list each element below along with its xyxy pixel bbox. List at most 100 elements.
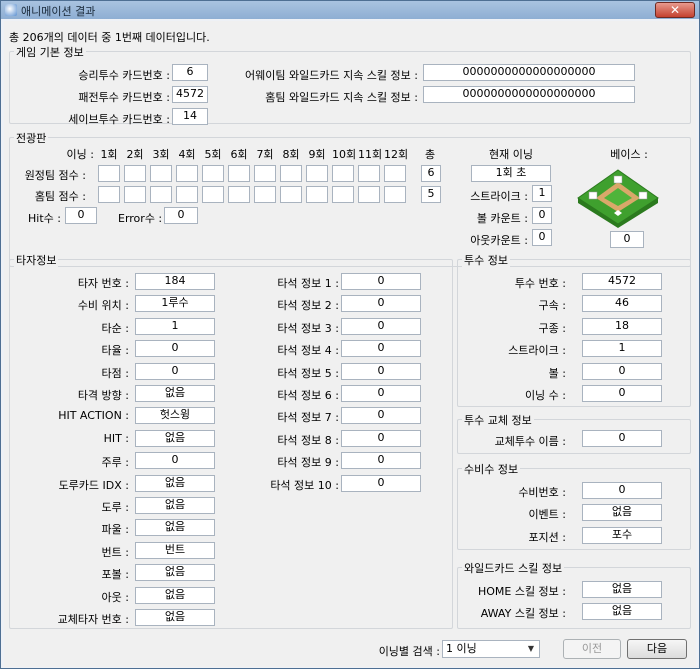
away-score-cell[interactable] — [332, 165, 354, 182]
away-score-cell[interactable] — [176, 165, 198, 182]
away-score-cell[interactable] — [124, 165, 146, 182]
ball-field[interactable]: 0 — [532, 207, 552, 224]
hit-field[interactable]: 0 — [65, 207, 97, 224]
away-score-cell[interactable] — [228, 165, 250, 182]
win-pitcher-field[interactable]: 6 — [172, 64, 208, 81]
pitcher-info-title: 투수 정보 — [462, 252, 510, 268]
away-score-cell[interactable] — [150, 165, 172, 182]
relief-field[interactable]: 0 — [582, 430, 662, 447]
home-score-cell[interactable] — [306, 186, 328, 203]
home-score-cell[interactable] — [176, 186, 198, 203]
pitcher-label: 스트라이크 : — [508, 344, 566, 358]
atbat-field[interactable]: 0 — [341, 273, 421, 290]
wildcard-field[interactable]: 없음 — [582, 603, 662, 621]
pitcher-label: 구속 : — [538, 299, 566, 313]
fielder-field[interactable]: 0 — [582, 482, 662, 499]
batter-label: 타순 : — [101, 321, 129, 335]
lose-pitcher-field[interactable]: 4572 — [172, 86, 208, 103]
out-field[interactable]: 0 — [532, 229, 552, 246]
pitcher-field[interactable]: 0 — [582, 385, 662, 402]
away-total-field[interactable]: 6 — [421, 165, 441, 182]
batter-field[interactable]: 없음 — [135, 429, 215, 447]
strike-field[interactable]: 1 — [532, 185, 552, 202]
prev-button[interactable]: 이전 — [563, 639, 621, 659]
batter-field[interactable]: 0 — [135, 340, 215, 358]
batter-field[interactable]: 헛스윙 — [135, 407, 215, 425]
batter-field[interactable]: 번트 — [135, 541, 215, 559]
pitcher-field[interactable]: 1 — [582, 340, 662, 358]
away-score-cell[interactable] — [358, 165, 380, 182]
batter-field[interactable]: 없음 — [135, 385, 215, 402]
pitcher-field[interactable]: 0 — [582, 362, 662, 380]
wildcard-field[interactable]: 없음 — [582, 581, 662, 598]
atbat-field[interactable]: 0 — [341, 340, 421, 358]
fielder-field[interactable]: 없음 — [582, 504, 662, 522]
basic-info-group: 게임 기본 정보 승리투수 카드번호 : 6 패전투수 카드번호 : 4572 … — [9, 44, 691, 126]
batter-label: 도루 : — [101, 501, 129, 514]
batter-field[interactable]: 없음 — [135, 474, 215, 492]
atbat-field[interactable]: 0 — [341, 295, 421, 313]
base-label: 베이스 : — [610, 148, 648, 161]
home-score-cell[interactable] — [254, 186, 276, 203]
atbat-field[interactable]: 0 — [341, 474, 421, 492]
atbat-field[interactable]: 0 — [341, 407, 421, 425]
atbat-field[interactable]: 0 — [341, 452, 421, 470]
batter-field[interactable]: 없음 — [135, 609, 215, 626]
batter-field[interactable]: 없음 — [135, 519, 215, 537]
home-score-cell[interactable] — [228, 186, 250, 203]
away-score-cell[interactable] — [306, 165, 328, 182]
inning-select[interactable]: 1 이닝 ▼ — [442, 640, 540, 658]
title-bar[interactable]: 애니메이션 결과 ✕ — [1, 1, 699, 19]
close-button[interactable]: ✕ — [655, 2, 695, 18]
away-score-cell[interactable] — [384, 165, 406, 182]
current-inning-field[interactable]: 1회 초 — [471, 165, 551, 182]
pitcher-field[interactable]: 4572 — [582, 273, 662, 290]
home-score-cell[interactable] — [150, 186, 172, 203]
fielder-label: 수비번호 : — [518, 486, 566, 499]
away-score-cell[interactable] — [254, 165, 276, 182]
atbat-field[interactable]: 0 — [341, 317, 421, 335]
pitcher-field[interactable]: 46 — [582, 295, 662, 313]
home-score-cell[interactable] — [124, 186, 146, 203]
home-wild-field[interactable]: 0000000000000000000 — [423, 86, 635, 103]
batter-field[interactable]: 없음 — [135, 497, 215, 514]
pitcher-label: 구종 : — [538, 321, 566, 335]
batter-field[interactable]: 1 — [135, 317, 215, 335]
home-score-cell[interactable] — [98, 186, 120, 203]
away-score-cell[interactable] — [280, 165, 302, 182]
window-title: 애니메이션 결과 — [21, 5, 96, 18]
batter-field[interactable]: 없음 — [135, 564, 215, 582]
home-score-cell[interactable] — [202, 186, 224, 203]
next-button[interactable]: 다음 — [627, 639, 687, 659]
batter-field[interactable]: 184 — [135, 273, 215, 290]
batter-field[interactable]: 없음 — [135, 586, 215, 604]
save-pitcher-field[interactable]: 14 — [172, 108, 208, 125]
error-label: Error수 : — [118, 212, 163, 225]
home-score-cell[interactable] — [332, 186, 354, 203]
out-label: 아웃카운트 : — [470, 234, 528, 247]
batter-info-title: 타자정보 — [14, 252, 59, 268]
pitcher-field[interactable]: 18 — [582, 317, 662, 335]
home-wild-label: 홈팀 와일드카드 지속 스킬 정보 : — [265, 91, 418, 104]
away-score-cell[interactable] — [202, 165, 224, 182]
atbat-field[interactable]: 0 — [341, 385, 421, 402]
batter-field[interactable]: 0 — [135, 362, 215, 380]
search-label: 이닝별 검색 : — [378, 645, 440, 658]
atbat-label: 타석 정보 3 : — [277, 321, 339, 335]
home-score-cell[interactable] — [384, 186, 406, 203]
batter-field[interactable]: 1루수 — [135, 295, 215, 313]
home-score-label: 홈팀 점수 : — [34, 190, 86, 203]
home-total-field[interactable]: 5 — [421, 186, 441, 203]
home-score-cell[interactable] — [280, 186, 302, 203]
chevron-down-icon[interactable]: ▼ — [523, 641, 539, 657]
inning-header-6: 6회 — [230, 148, 248, 161]
atbat-field[interactable]: 0 — [341, 429, 421, 447]
batter-field[interactable]: 0 — [135, 452, 215, 470]
fielder-field[interactable]: 포수 — [582, 526, 662, 544]
away-score-cell[interactable] — [98, 165, 120, 182]
away-wild-field[interactable]: 0000000000000000000 — [423, 64, 635, 81]
error-field[interactable]: 0 — [164, 207, 198, 224]
home-score-cell[interactable] — [358, 186, 380, 203]
base-field[interactable]: 0 — [610, 231, 644, 248]
atbat-field[interactable]: 0 — [341, 362, 421, 380]
